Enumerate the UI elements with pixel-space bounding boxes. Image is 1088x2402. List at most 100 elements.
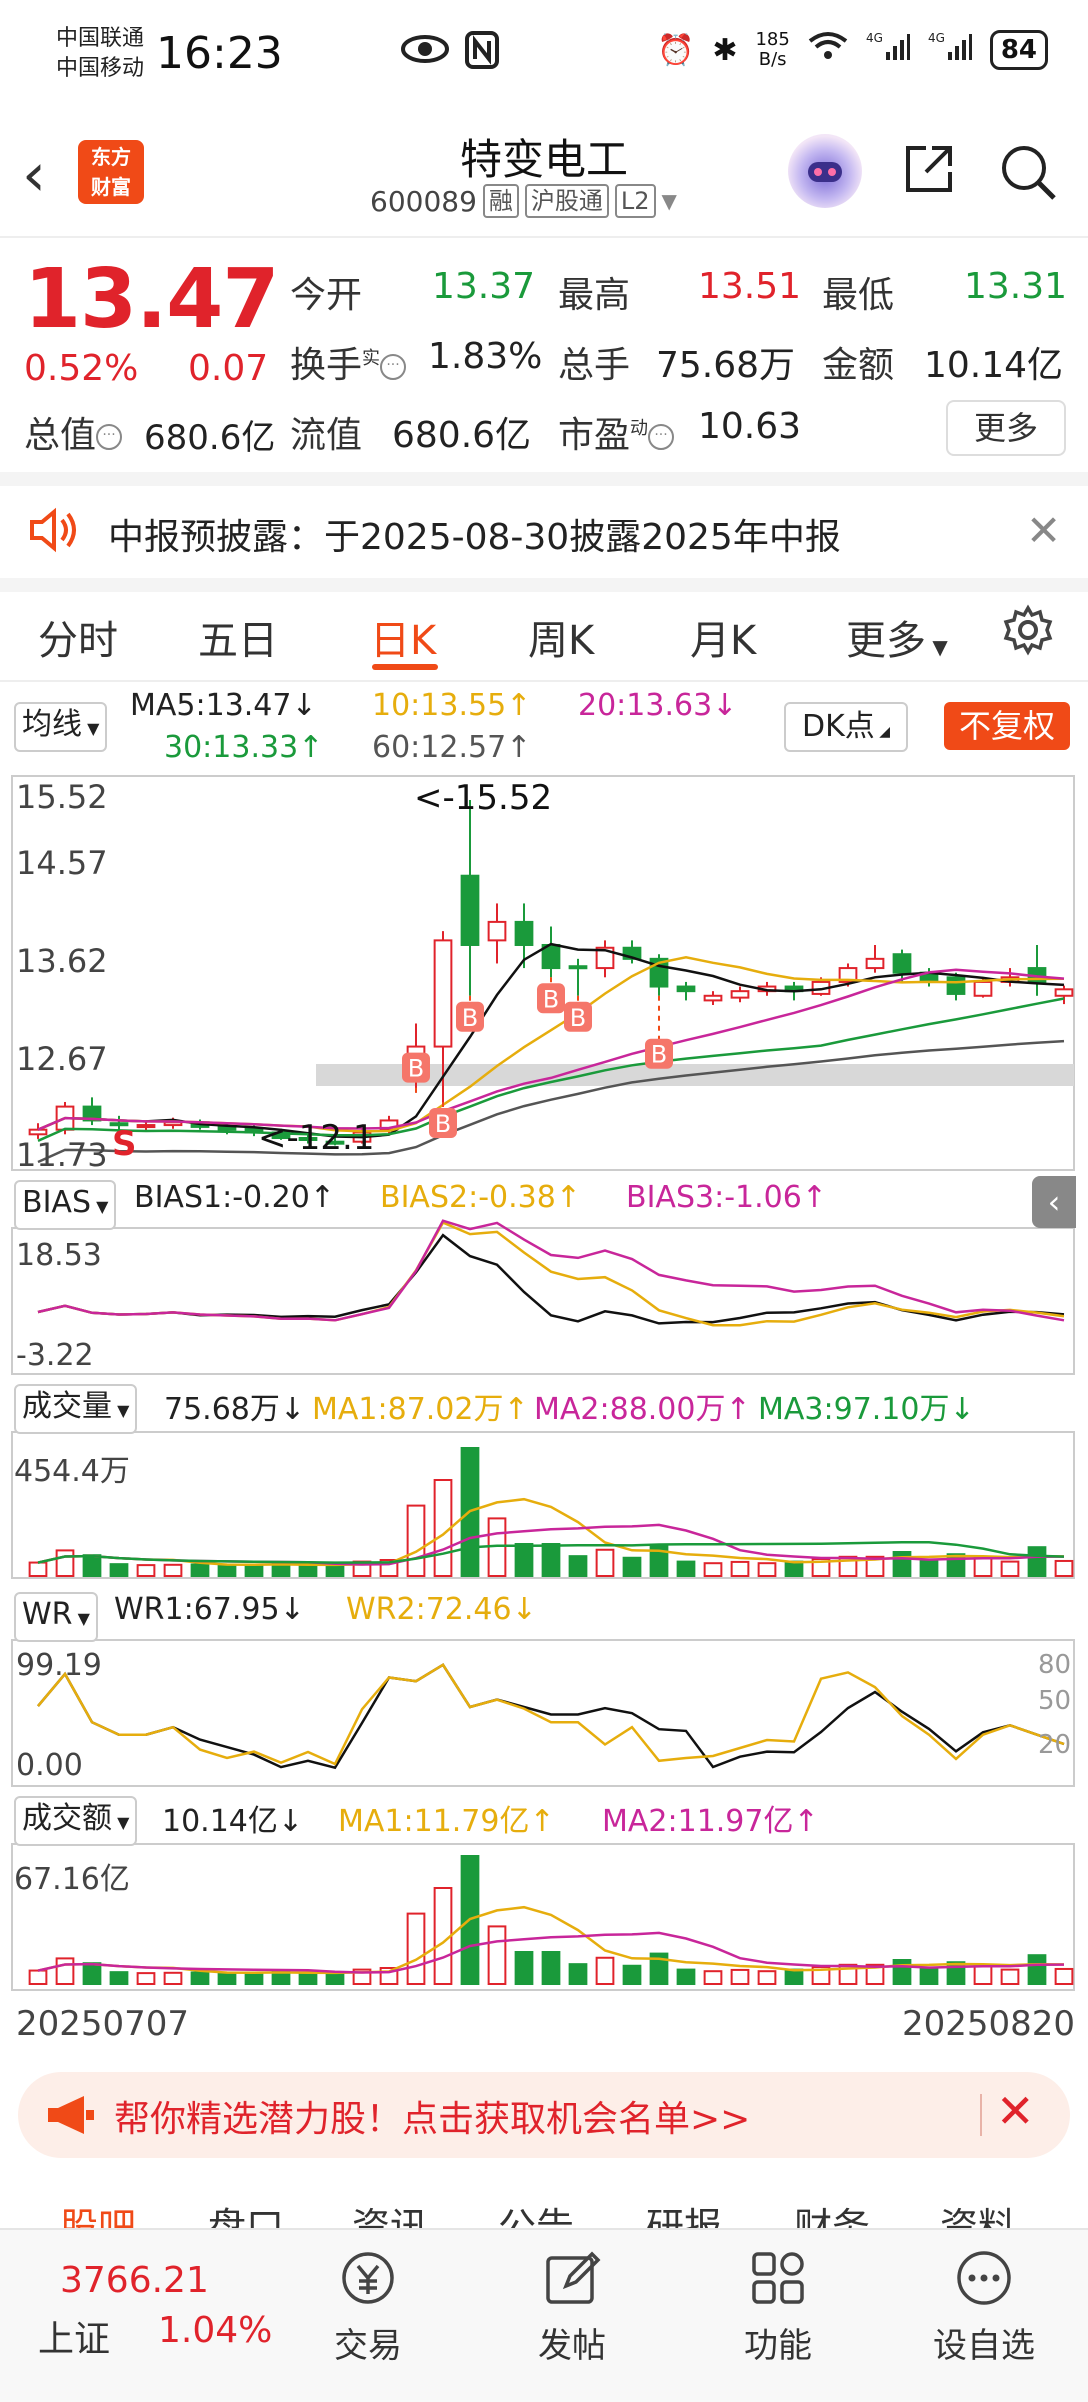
volume-bar (55, 1549, 75, 1578)
y-axis-bottom: 11.73 (16, 1136, 108, 1174)
amount-value: 10.14亿↓ (162, 1804, 304, 1839)
bias2-line (37, 1221, 1065, 1327)
y-axis-2: 14.57 (16, 844, 108, 882)
candle (946, 976, 966, 995)
volume-bar (1000, 1560, 1020, 1577)
post-button[interactable]: 发帖 (492, 2248, 652, 2367)
volume-bar (919, 1559, 939, 1577)
sell-signal: S (112, 1124, 137, 1164)
amount-bar (703, 1970, 723, 1985)
buy-marker-text: B (570, 1004, 586, 1032)
amount-bar (163, 1971, 183, 1986)
buy-marker-text: B (543, 985, 559, 1013)
buy-marker-text: B (462, 1004, 478, 1032)
function-label: 功能 (744, 2326, 812, 2366)
volume-bar (784, 1560, 804, 1577)
bias1-value: BIAS1:-0.20↑ (134, 1180, 335, 1215)
amount-y-top: 67.16亿 (14, 1862, 130, 1897)
amount-select[interactable]: 成交额 ▼ (14, 1796, 138, 1846)
promo-text: 帮你精选潜力股！点击获取机会名单>> (114, 2099, 751, 2140)
bias2-value: BIAS2:-0.38↑ (380, 1180, 581, 1215)
wr-ref-80: 80 (1038, 1650, 1072, 1680)
index-value[interactable]: 3766.21 (60, 2260, 209, 2301)
candle (892, 953, 912, 974)
amount-bar (973, 1964, 993, 1986)
amount-bar (217, 1971, 237, 1985)
amount-bar (190, 1971, 210, 1985)
wr1-value: WR1:67.95↓ (114, 1592, 305, 1627)
close-icon[interactable]: ✕ (996, 2084, 1035, 2138)
volume-bar (703, 1562, 723, 1577)
candle (514, 920, 534, 946)
buy-marker-text: B (435, 1110, 451, 1138)
amount-bar (757, 1970, 777, 1985)
amount-bar (325, 1972, 345, 1986)
wr-y-bottom: 0.00 (16, 1748, 83, 1783)
amt-ma2: MA2:11.97亿↑ (602, 1804, 819, 1839)
divider (980, 2094, 982, 2136)
index-name[interactable]: 上证 (38, 2310, 110, 2362)
low-marker: <-12.1 (258, 1118, 375, 1158)
amount-bar (406, 1912, 426, 1985)
y-axis-top: 15.52 (16, 778, 108, 816)
bias-select[interactable]: BIAS ▼ (14, 1180, 117, 1230)
amount-bar (82, 1962, 102, 1985)
trade-button[interactable]: 交易 (288, 2248, 448, 2367)
function-button[interactable]: 功能 (698, 2248, 858, 2367)
candle (676, 985, 696, 993)
candle (703, 994, 723, 1002)
amount-bar (136, 1972, 156, 1985)
bottom-toolbar: 3766.21 上证 1.04% 交易 发帖 功能 设自选 (0, 2228, 1088, 2402)
grid-apps-icon (748, 2248, 808, 2308)
volume-bar (1054, 1559, 1074, 1577)
volume-bar (217, 1563, 237, 1577)
bias-y-top: 18.53 (16, 1238, 102, 1273)
volume-bar (136, 1564, 156, 1577)
volume-bar (568, 1555, 588, 1578)
volume-bar (163, 1563, 183, 1578)
collapse-panel-icon[interactable]: ‹ (1032, 1176, 1076, 1228)
volume-y-top: 454.4万 (14, 1454, 130, 1489)
candle (568, 965, 588, 970)
wr2-value: WR2:72.46↓ (346, 1592, 537, 1627)
amount-bar (784, 1968, 804, 1985)
amount-bar (541, 1951, 561, 1985)
volume-bar (946, 1553, 966, 1577)
amount-bar (676, 1968, 696, 1985)
wr-select[interactable]: WR ▼ (14, 1592, 98, 1642)
yuan-coin-icon (338, 2248, 398, 2308)
candle (1054, 988, 1074, 997)
add-watchlist-button[interactable]: 设自选 (904, 2248, 1064, 2367)
buy-marker-text: B (408, 1055, 424, 1083)
volume-bar (730, 1560, 750, 1578)
volume-value: 75.68万↓ (164, 1392, 306, 1427)
volume-bar (109, 1563, 129, 1578)
amount-bar (514, 1951, 534, 1985)
amount-bar (892, 1959, 912, 1985)
amount-bar (55, 1957, 75, 1986)
amount-bar (730, 1968, 750, 1986)
volume-bar (595, 1548, 615, 1578)
volume-bar (1027, 1546, 1047, 1577)
volume-bar (892, 1551, 912, 1577)
volume-bar (325, 1564, 345, 1578)
y-axis-3: 13.62 (16, 942, 108, 980)
amount-bar (622, 1964, 642, 1986)
volume-bar (190, 1563, 210, 1577)
vol-ma3: MA3:97.10万↓ (758, 1392, 975, 1427)
candle (973, 980, 993, 997)
candle (460, 874, 480, 946)
volume-bar (514, 1543, 534, 1577)
volume-bar (973, 1556, 993, 1578)
post-label: 发帖 (538, 2326, 606, 2366)
ma60-line (37, 1039, 1065, 1164)
volume-bar (244, 1563, 264, 1577)
volume-select[interactable]: 成交量 ▼ (14, 1384, 138, 1434)
trade-label: 交易 (334, 2326, 402, 2366)
index-percent: 1.04% (158, 2310, 273, 2351)
amount-bar (1027, 1954, 1047, 1985)
promo-banner[interactable]: 帮你精选潜力股！点击获取机会名单>> ✕ (18, 2072, 1070, 2158)
buy-marker-text: B (651, 1041, 667, 1069)
amount-bar (298, 1973, 318, 1985)
volume-bar (28, 1561, 48, 1578)
